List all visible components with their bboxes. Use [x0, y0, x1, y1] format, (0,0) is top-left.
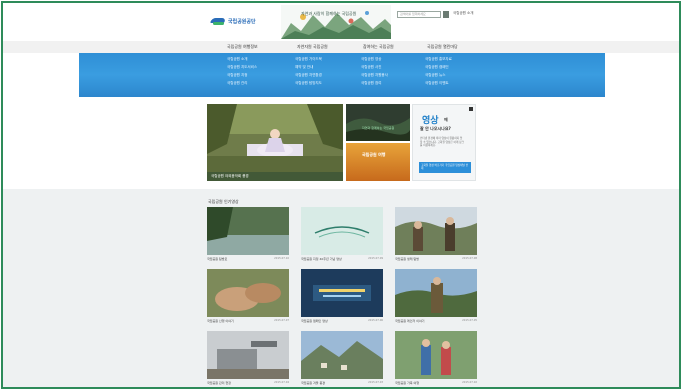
card-date: 2015.07.08 [462, 257, 477, 260]
video-thumb-travel[interactable]: 국립공원 여행 [346, 143, 410, 181]
promo-link-button[interactable]: 고화질 영상 바로가기 국립공원 영상채널 안내 [419, 162, 471, 173]
video-card[interactable]: 국립공원 생태 탐방 2015.07.08 [395, 207, 477, 263]
video-card[interactable]: 국립공원 가족 여행 2015.07.02 [395, 331, 477, 387]
card-title: 국립공원 지정 40주년 기념 영상 [301, 257, 342, 261]
card-date: 2015.07.09 [368, 257, 383, 260]
card-title: 국립공원 산행 이야기 [207, 319, 234, 323]
section-title: 국립공원 인기영상 [208, 199, 239, 204]
card-title: 국립공원 겨울 풍경 [301, 381, 325, 385]
mega-link[interactable]: 국립공원 자원봉사 [361, 73, 388, 77]
video-card[interactable]: 국립공원 레인저 이야기 2015.07.05 [395, 269, 477, 325]
thumb-label: 자연과 함께하는 국립공원 [362, 126, 395, 130]
mega-link[interactable]: 국립공원 관리 [227, 81, 257, 85]
promo-subtitle: 잘 안 나오시나요? [420, 126, 451, 131]
mega-link[interactable]: 국립공원 탐방지도 [295, 81, 322, 85]
close-icon[interactable] [469, 107, 473, 111]
mega-col-4: 국립공원 홍보자료 국립공원 캠페인 국립공원 뉴스 국립공원 이벤트 [425, 57, 452, 85]
card-date: 2015.07.02 [462, 381, 477, 384]
browser-frame: 국립공원공단 자연과 사람이 함께하는 국립공원 검색어를 입력하세요 국립공원… [1, 1, 681, 389]
video-card[interactable]: 국립공원 캠페인 영상 2015.07.06 [301, 269, 383, 325]
mega-link[interactable]: 국립공원 이벤트 [425, 81, 452, 85]
promo-title-suffix: 에 [444, 117, 448, 122]
mega-link[interactable]: 국립공원 소개 [227, 57, 257, 61]
card-title: 국립공원 레인저 이야기 [395, 319, 425, 323]
video-card[interactable]: 국립공원 탐방로 2015.07.10 [207, 207, 289, 263]
title-card-image [301, 207, 383, 255]
thumb-label: 국립공원 여행 [362, 152, 386, 157]
mega-link[interactable]: 국립공원 자연환경 [295, 73, 322, 77]
card-date: 2015.07.06 [368, 319, 383, 322]
mega-link[interactable]: 국립공원 지도서비스 [227, 65, 257, 69]
card-title: 국립공원 탐방로 [207, 257, 228, 261]
card-title: 국립공원 생태 탐방 [395, 257, 419, 261]
global-nav: 국립공원 여행정보 자연자원 국립공원 참여하는 국립공원 국립공원 열린마당 [3, 41, 679, 53]
search-button[interactable] [443, 11, 449, 18]
video-thumb-nature[interactable]: 자연과 함께하는 국립공원 [346, 104, 410, 141]
gnb-item-participate[interactable]: 참여하는 국립공원 [363, 44, 394, 50]
lake-image [207, 207, 289, 255]
mega-link[interactable]: 국립공원 참여 [361, 81, 388, 85]
main-video-visual[interactable]: 국립공원 야외음악회 풍경 [207, 104, 343, 181]
mega-link[interactable]: 국립공원 지정 [227, 73, 257, 77]
site-logo[interactable]: 국립공원공단 [211, 13, 271, 29]
promo-description: 인터넷 환경에 따라 영상이 원활하지 않을 수 있습니다. 고화질 영상은 아… [420, 137, 464, 148]
card-date: 2015.07.05 [462, 319, 477, 322]
campaign-title-image [301, 269, 383, 317]
mega-link[interactable]: 예약 및 안내 [295, 65, 322, 69]
banner-slogan: 자연과 사람이 함께하는 국립공원 [301, 11, 357, 16]
card-title: 국립공원 가족 여행 [395, 381, 419, 385]
mega-link[interactable]: 국립공원 가이드북 [295, 57, 322, 61]
promo-box: 영상 에 잘 안 나오시나요? 인터넷 환경에 따라 영상이 원활하지 않을 수… [412, 104, 476, 181]
logo-icon [211, 16, 225, 26]
construction-image [207, 331, 289, 379]
people-outdoor-image [395, 207, 477, 255]
card-date: 2015.07.07 [274, 319, 289, 322]
video-card[interactable]: 국립공원 산행 이야기 2015.07.07 [207, 269, 289, 325]
mega-col-3: 국립공원 영상 국립공원 사진 국립공원 자원봉사 국립공원 참여 [361, 57, 388, 85]
couple-hiking-image [395, 331, 477, 379]
mega-link[interactable]: 국립공원 캠페인 [425, 65, 452, 69]
forest-image [346, 104, 410, 141]
mega-col-1: 국립공원 소개 국립공원 지도서비스 국립공원 지정 국립공원 관리 [227, 57, 257, 85]
card-date: 2015.07.04 [274, 381, 289, 384]
mega-menu: 국립공원 소개 국립공원 지도서비스 국립공원 지정 국립공원 관리 국립공원 … [79, 53, 605, 97]
gnb-item-nature[interactable]: 자연자원 국립공원 [297, 44, 328, 50]
visual-caption: 국립공원 야외음악회 풍경 [207, 172, 343, 181]
logo-text: 국립공원공단 [228, 18, 256, 25]
mega-link[interactable]: 국립공원 사진 [361, 65, 388, 69]
gnb-item-travel[interactable]: 국립공원 여행정보 [227, 44, 258, 50]
site-header: 국립공원공단 자연과 사람이 함께하는 국립공원 검색어를 입력하세요 국립공원… [3, 3, 679, 41]
concert-image [207, 104, 343, 181]
card-date: 2015.07.10 [274, 257, 289, 260]
util-link[interactable]: 국립공원 소개 [453, 11, 473, 16]
ranger-image [395, 269, 477, 317]
mega-link[interactable]: 국립공원 홍보자료 [425, 57, 452, 61]
mountain-village-image [301, 331, 383, 379]
hands-image [207, 269, 289, 317]
mega-link[interactable]: 국립공원 뉴스 [425, 73, 452, 77]
card-title: 국립공원 관리 현장 [207, 381, 231, 385]
search-input[interactable]: 검색어를 입력하세요 [397, 11, 441, 18]
promo-title: 영상 [422, 116, 439, 126]
mega-link[interactable]: 국립공원 영상 [361, 57, 388, 61]
gnb-item-open[interactable]: 국립공원 열린마당 [427, 44, 458, 50]
mega-col-2: 국립공원 가이드북 예약 및 안내 국립공원 자연환경 국립공원 탐방지도 [295, 57, 322, 85]
video-card[interactable]: 국립공원 겨울 풍경 2015.07.03 [301, 331, 383, 387]
video-card[interactable]: 국립공원 관리 현장 2015.07.04 [207, 331, 289, 387]
video-card[interactable]: 국립공원 지정 40주년 기념 영상 2015.07.09 [301, 207, 383, 263]
card-date: 2015.07.03 [368, 381, 383, 384]
card-title: 국립공원 캠페인 영상 [301, 319, 328, 323]
